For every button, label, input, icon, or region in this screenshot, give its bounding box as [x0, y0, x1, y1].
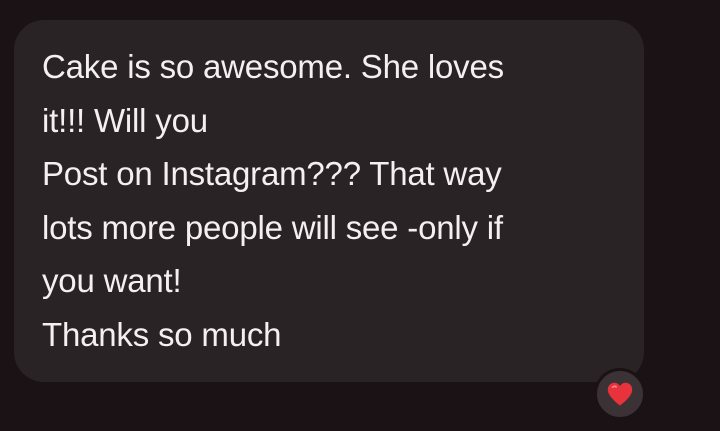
- message-line: Post on Instagram??? That way: [42, 155, 502, 192]
- message-line: Cake is so awesome. She loves: [42, 48, 504, 85]
- message-bubble[interactable]: Cake is so awesome. She loves it!!! Will…: [14, 20, 644, 382]
- reaction-badge[interactable]: [594, 368, 646, 420]
- message-line: Thanks so much: [42, 315, 282, 353]
- message-line: you want!: [42, 262, 182, 299]
- heart-icon: [606, 381, 634, 407]
- message-line: it!!! Will you: [42, 101, 208, 139]
- message-line: lots more people will see -only if: [42, 208, 503, 246]
- chat-screen: Cake is so awesome. She loves it!!! Will…: [0, 0, 720, 431]
